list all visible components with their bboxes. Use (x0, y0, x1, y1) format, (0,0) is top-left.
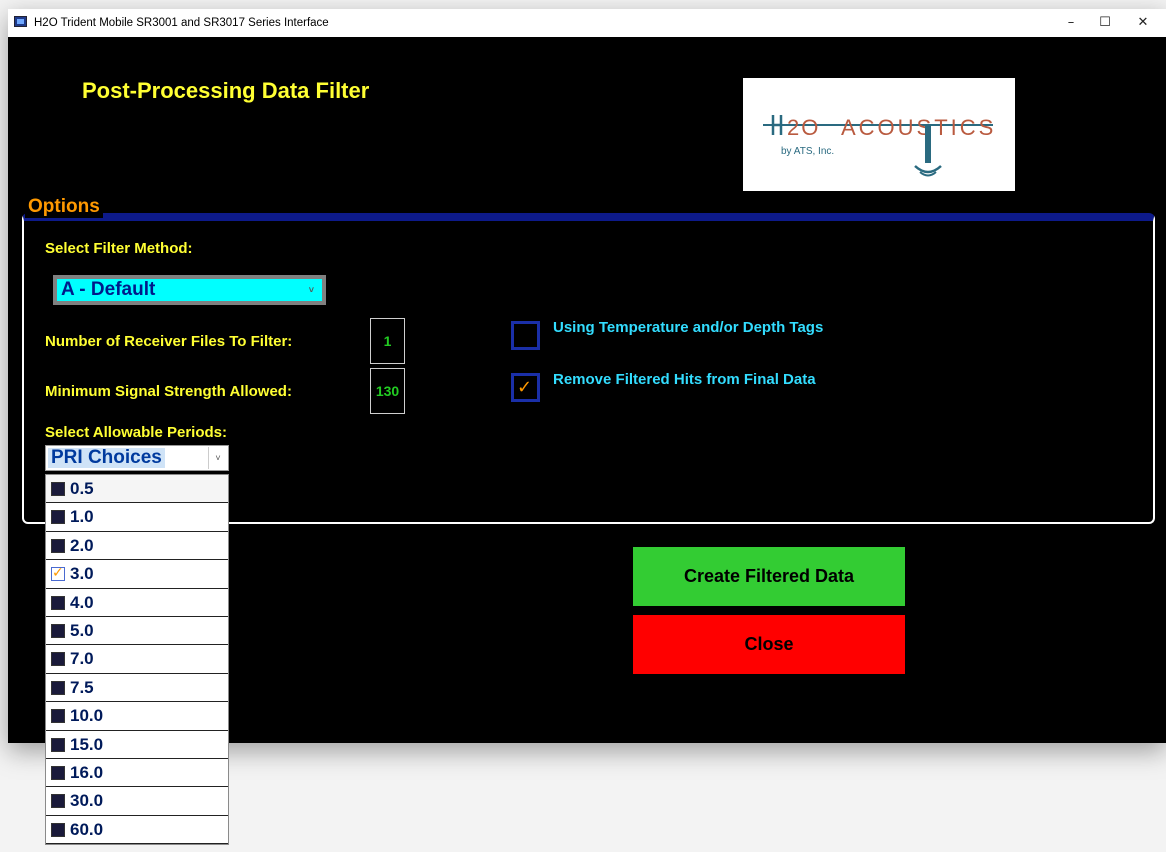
pri-item-label: 3.0 (70, 564, 94, 584)
pri-item-label: 7.5 (70, 677, 94, 697)
pri-item-16-0[interactable]: 16.0 (46, 759, 228, 788)
chevron-down-icon: ˅ (308, 285, 314, 295)
pri-item-30-0[interactable]: 30.0 (46, 787, 228, 816)
pri-item-3-0[interactable]: 3.0 (46, 560, 228, 589)
svg-text:ACOUSTICS: ACOUSTICS (841, 115, 996, 140)
pri-item-label: 0.5 (70, 479, 94, 498)
pri-item-0-5[interactable]: 0.5 (46, 475, 228, 504)
create-filtered-data-button[interactable]: Create Filtered Data (633, 547, 905, 606)
checkbox-icon[interactable] (51, 794, 65, 809)
logo-graphic: H2O ACOUSTICS 2O ACOUSTICS by ATS, Inc. (763, 115, 996, 177)
pri-item-7-0[interactable]: 7.0 (46, 645, 228, 674)
remove-filtered-checkbox[interactable]: ✓ (511, 373, 540, 402)
checkbox-icon[interactable] (51, 595, 65, 610)
svg-text:2O: 2O (787, 115, 820, 140)
checkbox-icon[interactable] (51, 737, 65, 752)
pri-choices-label: PRI Choices (48, 448, 165, 468)
checkbox-icon[interactable] (51, 538, 65, 553)
pri-item-label: 15.0 (70, 734, 104, 754)
logo-sub-text: by ATS, Inc. (781, 146, 834, 157)
pri-item-label: 5.0 (70, 620, 94, 640)
filter-method-select[interactable]: A - Default ˅ (53, 275, 326, 305)
remove-filtered-label: Remove Filtered Hits from Final Data (553, 371, 816, 388)
pri-item-label: 10.0 (70, 706, 104, 726)
options-legend: Options (25, 196, 103, 218)
checkbox-icon[interactable] (51, 822, 65, 837)
checked-checkbox-icon[interactable] (51, 564, 65, 582)
pri-item-4-0[interactable]: 4.0 (46, 589, 228, 617)
pri-item-2-0[interactable]: 2.0 (46, 532, 228, 561)
pri-item-label: 16.0 (70, 762, 104, 782)
checkbox-icon[interactable] (51, 482, 65, 496)
close-window-button[interactable]: ✕ (1120, 9, 1166, 37)
pri-choices-list: 0.5 1.0 2.0 3.0 4.0 5.0 7.0 7.5 10.0 15.… (45, 474, 229, 846)
pri-item-label: 7.0 (70, 649, 94, 669)
temp-depth-checkbox[interactable] (511, 321, 540, 350)
pri-item-60-0[interactable]: 60.0 (46, 816, 228, 845)
close-button[interactable]: Close (633, 615, 905, 674)
receiver-files-input[interactable]: 1 (370, 318, 405, 364)
filter-method-value: A - Default ˅ (57, 279, 322, 301)
checkbox-icon[interactable] (51, 510, 65, 525)
pri-item-label: 1.0 (70, 507, 94, 527)
checkbox-icon[interactable] (51, 709, 65, 724)
checkbox-icon[interactable] (51, 680, 65, 695)
filter-method-text: A - Default (61, 279, 156, 300)
receiver-files-label: Number of Receiver Files To Filter: (45, 333, 293, 350)
checkmark-icon: ✓ (517, 377, 533, 397)
pri-item-15-0[interactable]: 15.0 (46, 731, 228, 759)
company-logo: H2O ACOUSTICS 2O ACOUSTICS by ATS, Inc. (743, 78, 1015, 191)
pri-item-label: 60.0 (70, 819, 104, 839)
min-signal-input[interactable]: 130 (370, 368, 405, 414)
checkbox-icon[interactable] (51, 623, 65, 638)
pri-item-10-0[interactable]: 10.0 (46, 702, 228, 731)
filter-method-label: Select Filter Method: (45, 240, 193, 257)
app-icon (14, 16, 27, 27)
window-title: H2O Trident Mobile SR3001 and SR3017 Ser… (34, 17, 329, 29)
pri-item-label: 30.0 (70, 791, 104, 811)
checkbox-icon[interactable] (51, 652, 65, 667)
periods-label: Select Allowable Periods: (45, 424, 227, 441)
pri-item-label: 4.0 (70, 592, 94, 612)
pri-item-5-0[interactable]: 5.0 (46, 617, 228, 646)
page-title: Post-Processing Data Filter (82, 78, 370, 103)
pri-item-1-0[interactable]: 1.0 (46, 503, 228, 532)
pri-item-7-5[interactable]: 7.5 (46, 674, 228, 703)
title-bar: H2O Trident Mobile SR3001 and SR3017 Ser… (8, 9, 1166, 37)
checkbox-icon[interactable] (51, 765, 65, 780)
temp-depth-label: Using Temperature and/or Depth Tags (553, 319, 824, 336)
chevron-down-icon[interactable]: ˅ (208, 447, 227, 469)
pri-choices-dropdown[interactable]: PRI Choices ˅ (45, 445, 229, 471)
pri-item-label: 2.0 (70, 535, 94, 555)
min-signal-label: Minimum Signal Strength Allowed: (45, 383, 292, 400)
